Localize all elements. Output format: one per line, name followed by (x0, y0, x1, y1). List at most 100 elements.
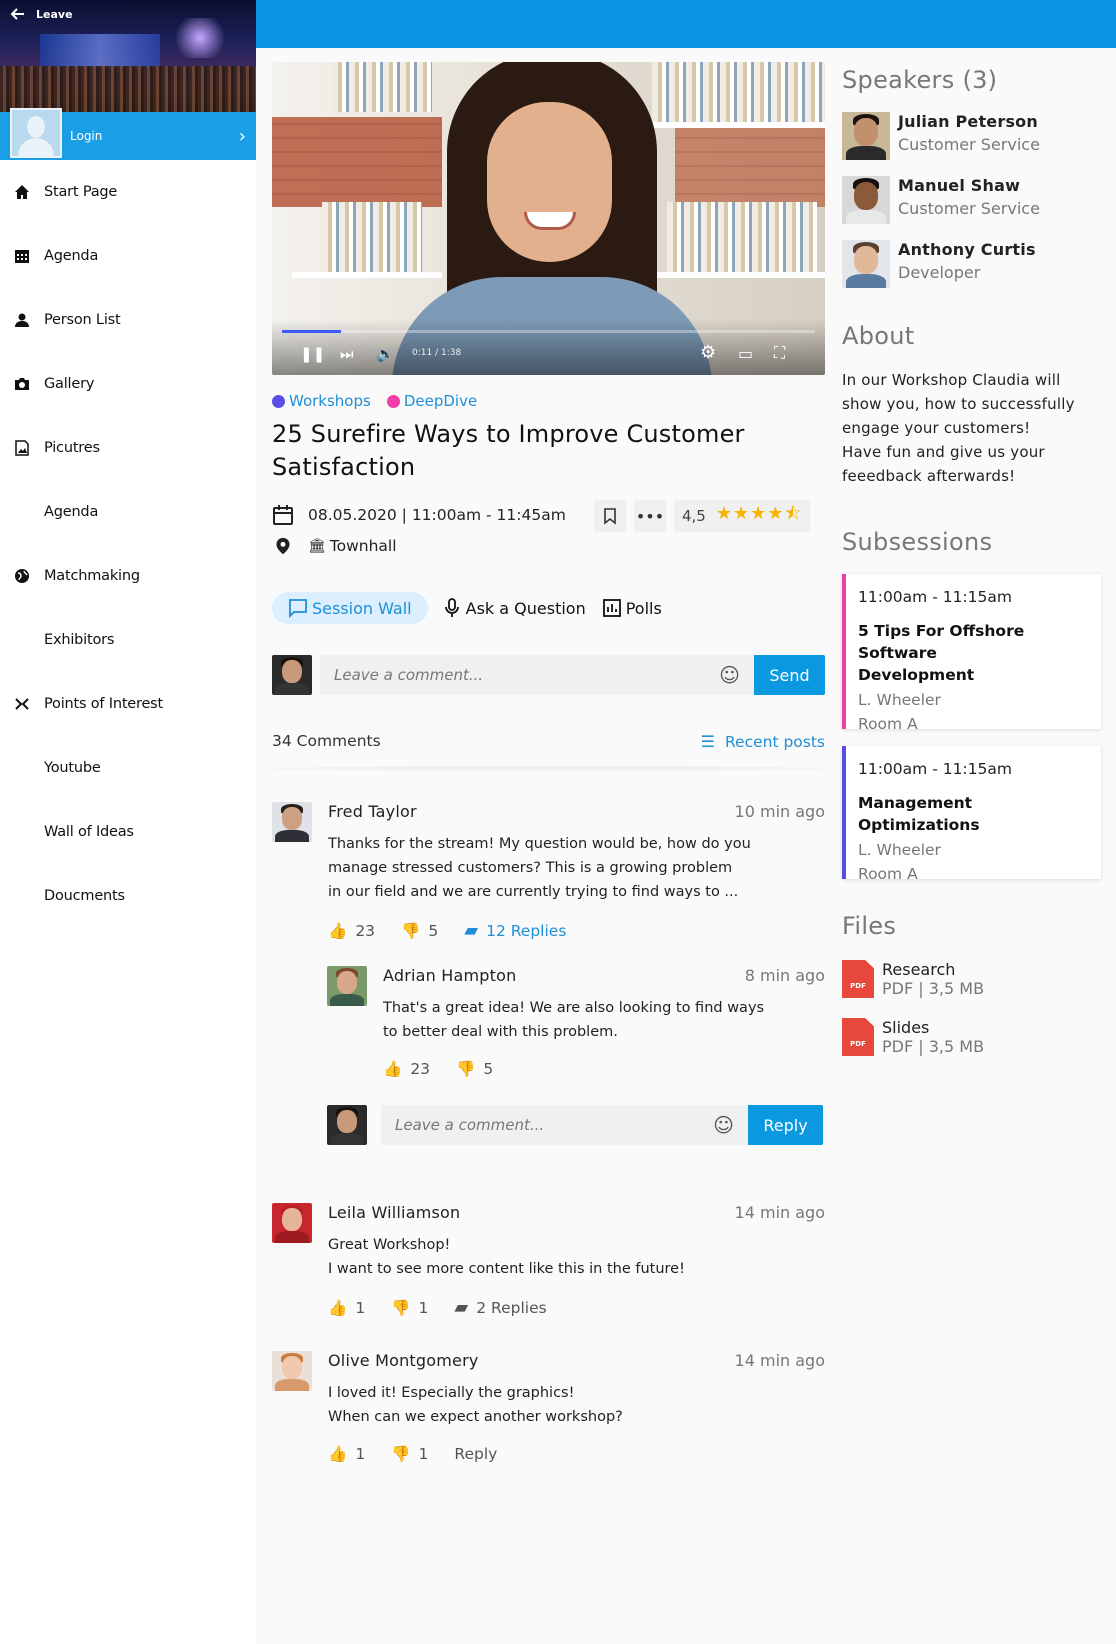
divider (272, 766, 825, 772)
comment-bubble-icon: ▰ (454, 1297, 469, 1318)
thumbs-up-icon: 👍 (383, 1060, 403, 1078)
subsession-card[interactable]: 11:00am - 11:15am 5 Tips For Offshore So… (842, 574, 1101, 733)
session-datetime: 08.05.2020 | 11:00am - 11:45am (272, 504, 566, 526)
subsessions-title: Subsessions (842, 528, 993, 556)
fullscreen-icon[interactable]: ⛶ (774, 343, 785, 363)
comment-time: 14 min ago (734, 1203, 825, 1222)
sidebar-item-wall-of-ideas[interactable]: Wall of Ideas (0, 800, 256, 864)
subsession-title-line: 5 Tips For Offshore Software (858, 622, 1025, 662)
thumbs-down-icon: 👎 (401, 921, 421, 940)
tag-deepdive[interactable]: DeepDive (386, 392, 477, 410)
like-button[interactable]: 👍 23 (383, 1060, 430, 1078)
sidebar-item-matchmaking[interactable]: Matchmaking (0, 544, 256, 608)
emoji-icon[interactable]: ☺ (713, 1113, 734, 1137)
sidebar-item-gallery[interactable]: Gallery (0, 352, 256, 416)
sidebar-item-youtube[interactable]: Youtube (0, 736, 256, 800)
sidebar-item-points-of-interest[interactable]: Points of Interest (0, 672, 256, 736)
send-button[interactable]: Send (754, 655, 825, 695)
sort-recent-posts-button[interactable]: ☰ Recent posts (701, 732, 825, 751)
volume-icon[interactable]: 🔈 (376, 345, 395, 363)
tab-polls[interactable]: Polls (600, 592, 662, 624)
files-title: Files (842, 912, 897, 940)
file-item[interactable]: PDF Slides PDF | 3,5 MB (842, 1018, 984, 1056)
more-options-button[interactable]: ••• (634, 500, 666, 532)
chat-bubble-icon (289, 599, 307, 618)
video-progress-track[interactable] (282, 330, 815, 333)
speaker-item[interactable]: Julian Peterson Customer Service (842, 112, 1040, 160)
arrow-left-icon (10, 8, 24, 20)
video-player[interactable]: ❚❚ ⏭ 🔈 0:11 / 1:38 ⚙ ▭ ⛶ (272, 62, 825, 375)
sidebar-item-person-list[interactable]: Person List (0, 288, 256, 352)
replies-button[interactable]: ▰ 2 Replies (454, 1297, 546, 1318)
commenter-name[interactable]: Leila Williamson (328, 1203, 460, 1222)
comment-line: I loved it! Especially the graphics! (328, 1385, 575, 1401)
like-button[interactable]: 👍 1 (328, 1299, 365, 1317)
pdf-badge: PDF (850, 1040, 866, 1048)
about-line: show you, how to successfully (842, 395, 1075, 413)
sidebar-item-label: Points of Interest (44, 696, 164, 712)
pdf-file-icon: PDF (842, 1018, 874, 1056)
sort-label: Recent posts (724, 732, 825, 751)
like-count: 1 (355, 1298, 366, 1317)
comment-item: Leila Williamson 14 min ago Great Worksh… (272, 1203, 825, 1323)
sidebar-item-agenda[interactable]: Agenda (0, 224, 256, 288)
comment-line: I want to see more content like this in … (328, 1261, 685, 1277)
rating-value: 4,5 (682, 507, 706, 525)
sidebar-item-agenda[interactable]: Agenda (0, 480, 256, 544)
subsession-card[interactable]: 11:00am - 11:15am Management Optimizatio… (842, 746, 1101, 883)
file-name: Research (882, 960, 956, 979)
pause-icon[interactable]: ❚❚ (300, 345, 325, 363)
login-bar[interactable]: Login › (0, 108, 256, 160)
sidebar-item-start-page[interactable]: Start Page (0, 160, 256, 224)
commenter-name[interactable]: Fred Taylor (328, 802, 417, 821)
sidebar-item-label: Wall of Ideas (44, 824, 134, 840)
file-item[interactable]: PDF Research PDF | 3,5 MB (842, 960, 984, 998)
subsession-speaker: L. Wheeler (858, 691, 941, 709)
tab-label: Polls (625, 598, 662, 618)
dislike-count: 5 (483, 1060, 494, 1078)
skip-next-icon[interactable]: ⏭ (340, 345, 354, 363)
sidebar-item-label: Agenda (44, 504, 99, 520)
like-button[interactable]: 👍 1 (328, 1445, 365, 1463)
dislike-count: 1 (418, 1445, 429, 1463)
comment-input[interactable]: Leave a comment... ☺ (320, 655, 754, 695)
comment-line: manage stressed customers? This is a gro… (328, 860, 733, 876)
sidebar-item-picutres[interactable]: Picutres (0, 416, 256, 480)
session-rating[interactable]: 4,5 ★★★★⯪ (674, 500, 811, 532)
thumbs-up-icon: 👍 (328, 921, 348, 940)
like-button[interactable]: 👍 23 (328, 922, 375, 940)
speaker-item[interactable]: Manuel Shaw Customer Service (842, 176, 1040, 224)
tab-session-wall[interactable]: Session Wall (272, 592, 428, 624)
comment-text: That's a great idea! We are also looking… (383, 996, 764, 1044)
reply-link[interactable]: Reply (454, 1445, 497, 1463)
tag-workshops[interactable]: Workshops (272, 392, 371, 410)
sidebar-item-label: Exhibitors (44, 632, 115, 648)
comment-line: When can we expect another workshop? (328, 1409, 623, 1425)
leave-button[interactable]: Leave (10, 6, 73, 22)
speaker-item[interactable]: Anthony Curtis Developer (842, 240, 1036, 288)
commenter-name[interactable]: Olive Montgomery (328, 1351, 479, 1370)
reply-placeholder: Leave a comment... (395, 1116, 545, 1134)
commenter-name[interactable]: Adrian Hampton (383, 966, 516, 985)
subsession-title-line: Development (858, 666, 975, 684)
reply-button[interactable]: Reply (748, 1105, 823, 1145)
subsession-room: Room A (858, 865, 918, 883)
dislike-button[interactable]: 👎 5 (401, 922, 438, 940)
emoji-icon[interactable]: ☺ (719, 663, 740, 687)
theater-mode-icon[interactable]: ▭ (738, 344, 753, 363)
comment-bubble-icon: ▰ (464, 920, 479, 941)
tag-dot-icon (272, 394, 285, 408)
sidebar-item-label: Matchmaking (44, 568, 140, 584)
dislike-button[interactable]: 👎 1 (391, 1445, 428, 1463)
sidebar-item-exhibitors[interactable]: Exhibitors (0, 608, 256, 672)
dislike-button[interactable]: 👎 5 (456, 1060, 493, 1078)
replies-button[interactable]: ▰ 12 Replies (464, 920, 566, 941)
bookmark-button[interactable] (594, 500, 626, 532)
comment-text: Thanks for the stream! My question would… (328, 832, 751, 904)
reply-input[interactable]: Leave a comment... ☺ (381, 1105, 748, 1145)
speaker-avatar (842, 240, 890, 288)
sidebar-item-doucments[interactable]: Doucments (0, 864, 256, 928)
tab-ask-question[interactable]: Ask a Question (442, 592, 586, 624)
dislike-button[interactable]: 👎 1 (391, 1299, 428, 1317)
settings-gear-icon[interactable]: ⚙ (700, 342, 716, 363)
